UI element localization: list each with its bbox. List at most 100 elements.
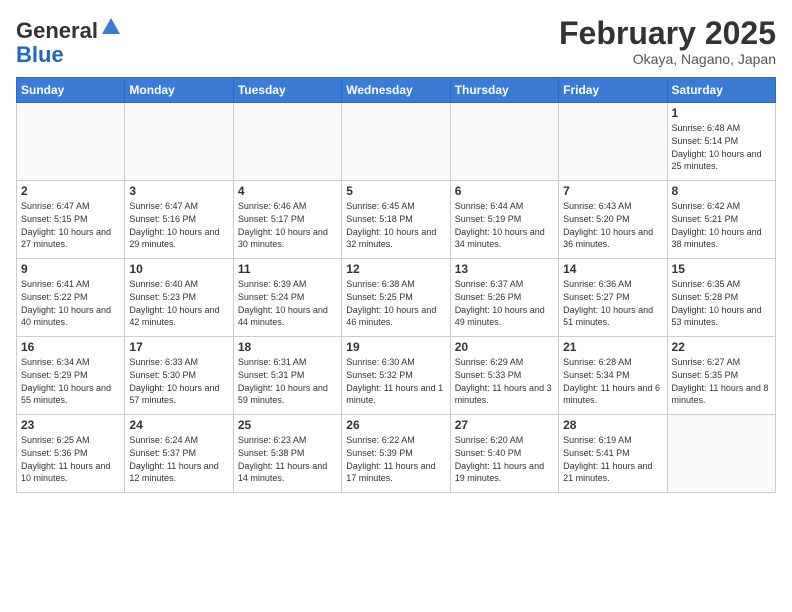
day-number: 24 [129, 418, 228, 432]
week-row: 2Sunrise: 6:47 AM Sunset: 5:15 PM Daylig… [17, 181, 776, 259]
calendar-cell: 24 Sunrise: 6:24 AM Sunset: 5:37 PM Dayli… [125, 415, 233, 493]
title-block: February 2025 Okaya, Nagano, Japan [559, 16, 776, 67]
calendar: SundayMondayTuesdayWednesdayThursdayFrid… [16, 77, 776, 493]
day-number: 12 [346, 262, 445, 276]
day-number: 28 [563, 418, 662, 432]
week-row: 1 Sunrise: 6:48 AM Sunset: 5:14 PM Daylig… [17, 103, 776, 181]
day-number: 18 [238, 340, 337, 354]
day-info: Sunrise: 6:37 AM Sunset: 5:26 PM Dayligh… [455, 278, 554, 328]
day-info: Sunrise: 6:33 AM Sunset: 5:30 PM Dayligh… [129, 356, 228, 406]
day-number: 25 [238, 418, 337, 432]
day-number: 23 [21, 418, 120, 432]
logo-text: GeneralBlue [16, 16, 122, 67]
month-title: February 2025 [559, 16, 776, 51]
day-number: 9 [21, 262, 120, 276]
logo-blue: Blue [16, 42, 64, 67]
calendar-cell: 21 Sunrise: 6:28 AM Sunset: 5:34 PM Dayli… [559, 337, 667, 415]
day-number: 13 [455, 262, 554, 276]
calendar-cell: 22 Sunrise: 6:27 AM Sunset: 5:35 PM Dayli… [667, 337, 775, 415]
day-info: Sunrise: 6:35 AM Sunset: 5:28 PM Dayligh… [672, 278, 771, 328]
weekday-header: Tuesday [233, 78, 341, 103]
calendar-cell: 17 Sunrise: 6:33 AM Sunset: 5:30 PM Dayli… [125, 337, 233, 415]
calendar-cell: 6 Sunrise: 6:44 AM Sunset: 5:19 PM Daylig… [450, 181, 558, 259]
day-number: 4 [238, 184, 337, 198]
calendar-cell [17, 103, 125, 181]
day-info: Sunrise: 6:45 AM Sunset: 5:18 PM Dayligh… [346, 200, 445, 250]
calendar-cell: 27Sunrise: 6:20 AM Sunset: 5:40 PM Dayli… [450, 415, 558, 493]
calendar-cell: 1 Sunrise: 6:48 AM Sunset: 5:14 PM Daylig… [667, 103, 775, 181]
calendar-cell [450, 103, 558, 181]
day-number: 26 [346, 418, 445, 432]
day-info: Sunrise: 6:28 AM Sunset: 5:34 PM Dayligh… [563, 356, 662, 406]
day-info: Sunrise: 6:36 AM Sunset: 5:27 PM Dayligh… [563, 278, 662, 328]
location: Okaya, Nagano, Japan [559, 51, 776, 67]
day-info: Sunrise: 6:42 AM Sunset: 5:21 PM Dayligh… [672, 200, 771, 250]
calendar-cell: 2Sunrise: 6:47 AM Sunset: 5:15 PM Daylig… [17, 181, 125, 259]
day-number: 11 [238, 262, 337, 276]
calendar-cell: 7Sunrise: 6:43 AM Sunset: 5:20 PM Daylig… [559, 181, 667, 259]
day-info: Sunrise: 6:19 AM Sunset: 5:41 PM Dayligh… [563, 434, 662, 484]
weekday-header-row: SundayMondayTuesdayWednesdayThursdayFrid… [17, 78, 776, 103]
day-number: 17 [129, 340, 228, 354]
day-info: Sunrise: 6:44 AM Sunset: 5:19 PM Dayligh… [455, 200, 554, 250]
day-number: 6 [455, 184, 554, 198]
day-info: Sunrise: 6:46 AM Sunset: 5:17 PM Dayligh… [238, 200, 337, 250]
day-number: 27 [455, 418, 554, 432]
calendar-cell [667, 415, 775, 493]
day-number: 19 [346, 340, 445, 354]
day-info: Sunrise: 6:25 AM Sunset: 5:36 PM Dayligh… [21, 434, 120, 484]
calendar-cell: 5 Sunrise: 6:45 AM Sunset: 5:18 PM Daylig… [342, 181, 450, 259]
day-number: 1 [672, 106, 771, 120]
day-info: Sunrise: 6:23 AM Sunset: 5:38 PM Dayligh… [238, 434, 337, 484]
calendar-cell: 8 Sunrise: 6:42 AM Sunset: 5:21 PM Daylig… [667, 181, 775, 259]
day-info: Sunrise: 6:30 AM Sunset: 5:32 PM Dayligh… [346, 356, 445, 406]
day-number: 10 [129, 262, 228, 276]
calendar-cell: 26 Sunrise: 6:22 AM Sunset: 5:39 PM Dayli… [342, 415, 450, 493]
calendar-cell [233, 103, 341, 181]
day-info: Sunrise: 6:24 AM Sunset: 5:37 PM Dayligh… [129, 434, 228, 484]
day-info: Sunrise: 6:48 AM Sunset: 5:14 PM Dayligh… [672, 122, 771, 172]
day-info: Sunrise: 6:47 AM Sunset: 5:16 PM Dayligh… [129, 200, 228, 250]
day-number: 22 [672, 340, 771, 354]
day-number: 3 [129, 184, 228, 198]
week-row: 16Sunrise: 6:34 AM Sunset: 5:29 PM Dayli… [17, 337, 776, 415]
logo: GeneralBlue [16, 16, 122, 67]
calendar-cell: 25 Sunrise: 6:23 AM Sunset: 5:38 PM Dayli… [233, 415, 341, 493]
day-number: 16 [21, 340, 120, 354]
day-info: Sunrise: 6:27 AM Sunset: 5:35 PM Dayligh… [672, 356, 771, 406]
calendar-cell: 12 Sunrise: 6:38 AM Sunset: 5:25 PM Dayli… [342, 259, 450, 337]
calendar-cell: 18Sunrise: 6:31 AM Sunset: 5:31 PM Dayli… [233, 337, 341, 415]
day-number: 7 [563, 184, 662, 198]
calendar-cell: 16Sunrise: 6:34 AM Sunset: 5:29 PM Dayli… [17, 337, 125, 415]
calendar-cell: 11 Sunrise: 6:39 AM Sunset: 5:24 PM Dayli… [233, 259, 341, 337]
day-number: 8 [672, 184, 771, 198]
day-info: Sunrise: 6:22 AM Sunset: 5:39 PM Dayligh… [346, 434, 445, 484]
calendar-cell: 10 Sunrise: 6:40 AM Sunset: 5:23 PM Dayli… [125, 259, 233, 337]
day-info: Sunrise: 6:29 AM Sunset: 5:33 PM Dayligh… [455, 356, 554, 406]
day-info: Sunrise: 6:39 AM Sunset: 5:24 PM Dayligh… [238, 278, 337, 328]
calendar-cell: 28 Sunrise: 6:19 AM Sunset: 5:41 PM Dayli… [559, 415, 667, 493]
calendar-cell: 23 Sunrise: 6:25 AM Sunset: 5:36 PM Dayli… [17, 415, 125, 493]
day-info: Sunrise: 6:38 AM Sunset: 5:25 PM Dayligh… [346, 278, 445, 328]
calendar-cell: 14Sunrise: 6:36 AM Sunset: 5:27 PM Dayli… [559, 259, 667, 337]
weekday-header: Thursday [450, 78, 558, 103]
calendar-cell [125, 103, 233, 181]
weekday-header: Sunday [17, 78, 125, 103]
day-info: Sunrise: 6:47 AM Sunset: 5:15 PM Dayligh… [21, 200, 120, 250]
calendar-cell: 20 Sunrise: 6:29 AM Sunset: 5:33 PM Dayli… [450, 337, 558, 415]
day-info: Sunrise: 6:40 AM Sunset: 5:23 PM Dayligh… [129, 278, 228, 328]
calendar-cell: 4 Sunrise: 6:46 AM Sunset: 5:17 PM Daylig… [233, 181, 341, 259]
header: GeneralBlue February 2025 Okaya, Nagano,… [16, 16, 776, 67]
day-number: 5 [346, 184, 445, 198]
logo-icon [100, 16, 122, 38]
day-number: 15 [672, 262, 771, 276]
day-number: 21 [563, 340, 662, 354]
weekday-header: Monday [125, 78, 233, 103]
calendar-cell: 3 Sunrise: 6:47 AM Sunset: 5:16 PM Daylig… [125, 181, 233, 259]
logo-general: General [16, 18, 98, 43]
week-row: 9 Sunrise: 6:41 AM Sunset: 5:22 PM Daylig… [17, 259, 776, 337]
calendar-cell: 13 Sunrise: 6:37 AM Sunset: 5:26 PM Dayli… [450, 259, 558, 337]
day-info: Sunrise: 6:41 AM Sunset: 5:22 PM Dayligh… [21, 278, 120, 328]
day-number: 20 [455, 340, 554, 354]
calendar-cell: 19 Sunrise: 6:30 AM Sunset: 5:32 PM Dayli… [342, 337, 450, 415]
